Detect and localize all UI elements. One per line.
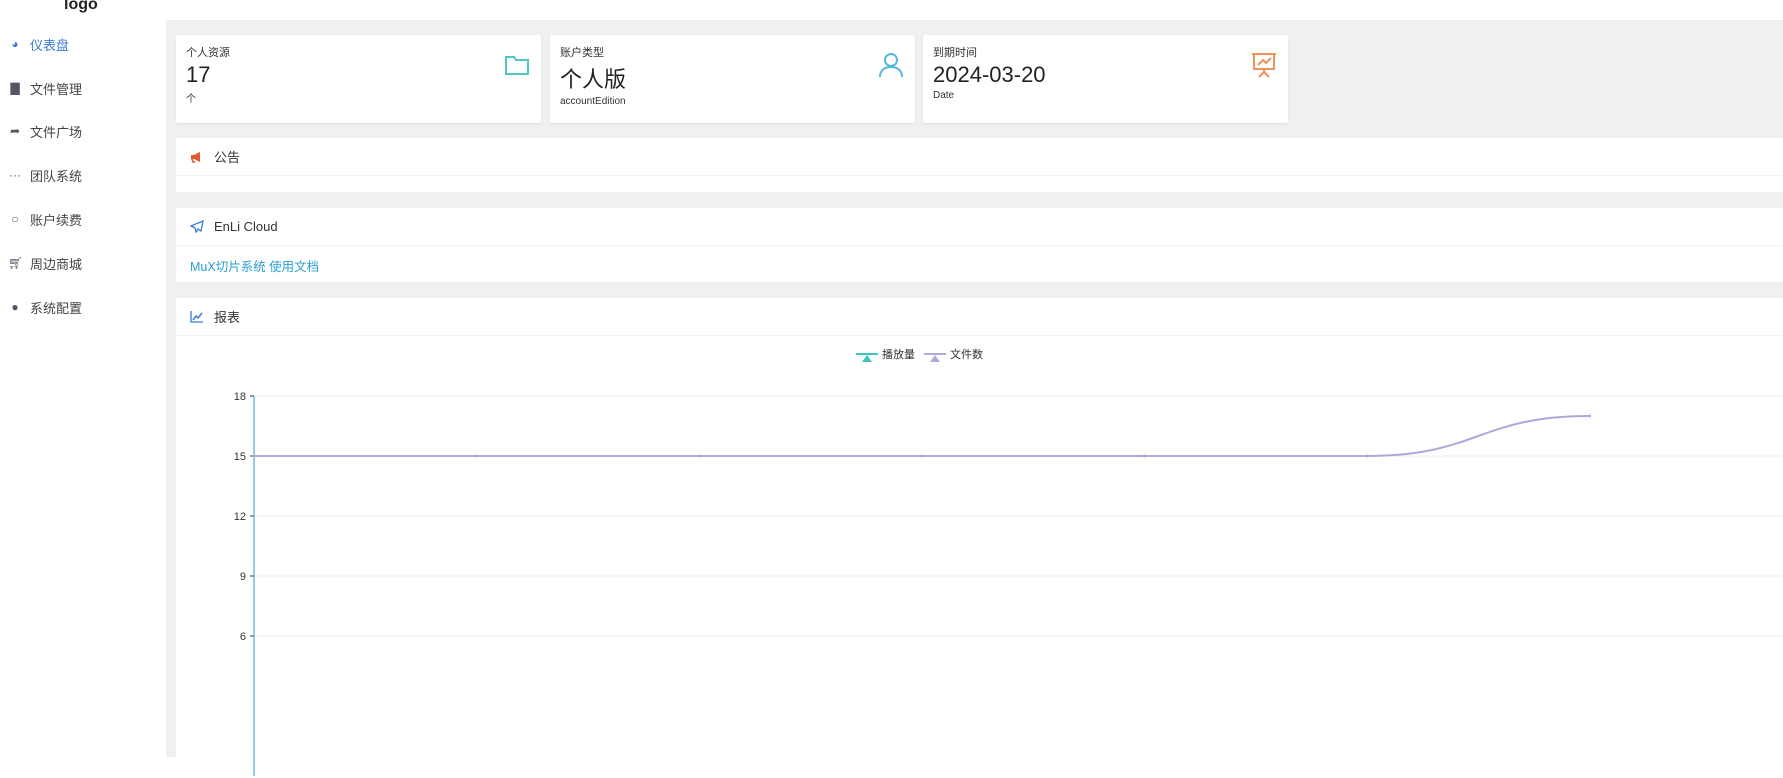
legend-marker bbox=[862, 355, 872, 362]
user-icon bbox=[879, 53, 903, 78]
legend-marker bbox=[930, 355, 940, 362]
user-icon: ● bbox=[11, 300, 19, 314]
cloud-panel: EnLi Cloud MuX切片系统 使用文档 bbox=[176, 208, 1783, 282]
sidebar-item-dashboard[interactable]: ◕ 仪表盘 bbox=[0, 29, 166, 59]
sidebar-item-team[interactable]: ··· 团队系统 bbox=[0, 160, 166, 190]
paper-plane-icon bbox=[190, 220, 204, 233]
sidebar-item-files[interactable]: ▇ 文件管理 bbox=[0, 73, 166, 103]
card-value: 2024-03-20 bbox=[933, 62, 1046, 87]
card-sub: 个 bbox=[186, 94, 196, 105]
report-chart: 播放量 文件数 6 9 12 15 18 bbox=[234, 347, 1783, 776]
resource-card: 个人资源 17 个 bbox=[176, 35, 541, 123]
y-tick-label: 18 bbox=[234, 391, 246, 403]
legend-item: 播放量 bbox=[856, 347, 915, 362]
account-type-card: 账户类型 个人版 accountEdition bbox=[550, 35, 915, 123]
sidebar-item-renew[interactable]: ○ 账户续费 bbox=[0, 204, 166, 234]
share-icon: ➦ bbox=[9, 124, 21, 138]
legend-label: 文件数 bbox=[950, 347, 983, 361]
panel-title: 公告 bbox=[214, 150, 241, 165]
file-icon: ▇ bbox=[10, 81, 20, 95]
report-panel: 报表 播放量 文件数 6 9 12 15 18 bbox=[176, 298, 1783, 778]
chart-legend: 播放量 文件数 bbox=[856, 347, 983, 362]
nav-label: 系统配置 bbox=[30, 300, 83, 316]
expiry-card: 到期时间 2024-03-20 Date bbox=[923, 35, 1288, 123]
cart-icon: 🛒︎ bbox=[8, 256, 24, 270]
nav-label: 文件管理 bbox=[30, 81, 83, 97]
data-point bbox=[1365, 454, 1369, 458]
main-content: 个人资源 17 个 账户类型 个人版 accountEdition 到期时间 2… bbox=[166, 20, 1783, 778]
card-label: 账户类型 bbox=[560, 47, 604, 59]
nav-label: 周边商城 bbox=[30, 256, 83, 272]
data-point bbox=[1588, 414, 1592, 418]
y-tick-label: 9 bbox=[240, 571, 246, 583]
y-tick-label: 6 bbox=[240, 631, 246, 643]
presentation-chart-icon bbox=[1252, 53, 1276, 78]
line-chart-icon bbox=[190, 310, 204, 323]
card-value: 17 bbox=[186, 62, 211, 87]
nav-label: 文件广场 bbox=[30, 124, 83, 140]
y-tick-label: 12 bbox=[234, 511, 246, 523]
data-point bbox=[475, 454, 479, 458]
data-point bbox=[252, 454, 256, 458]
logo: logo bbox=[64, 0, 98, 13]
panel-title: 报表 bbox=[214, 310, 241, 325]
card-sub: accountEdition bbox=[560, 96, 626, 107]
folder-icon bbox=[505, 56, 529, 75]
nav-label: 团队系统 bbox=[30, 168, 83, 184]
data-point bbox=[920, 454, 924, 458]
legend-item: 文件数 bbox=[924, 347, 983, 362]
data-point bbox=[697, 454, 701, 458]
sidebar: logo ◕ 仪表盘 ▇ 文件管理 ➦ 文件广场 ··· 团队系统 ○ 账户续费 🛒︎ 周边… bbox=[0, 0, 166, 757]
nav-label: 仪表盘 bbox=[30, 37, 70, 53]
notice-panel: 公告 bbox=[176, 138, 1783, 192]
sidebar-item-file-square[interactable]: ➦ 文件广场 bbox=[0, 116, 166, 146]
panel-title: EnLi Cloud bbox=[214, 219, 278, 234]
card-value: 个人版 bbox=[560, 67, 627, 92]
data-point bbox=[1142, 454, 1146, 458]
card-label: 到期时间 bbox=[933, 47, 977, 59]
mux-docs-link[interactable]: MuX切片系统 使用文档 bbox=[176, 246, 1783, 285]
legend-label: 播放量 bbox=[882, 347, 915, 361]
ellipsis-icon: ··· bbox=[9, 168, 21, 182]
dashboard-icon: ◕ bbox=[11, 37, 19, 51]
card-sub: Date bbox=[933, 90, 955, 101]
megaphone-icon bbox=[190, 151, 204, 163]
card-label: 个人资源 bbox=[186, 47, 230, 59]
sidebar-item-shop[interactable]: 🛒︎ 周边商城 bbox=[0, 248, 166, 278]
nav-label: 账户续费 bbox=[30, 212, 83, 228]
circle-icon: ○ bbox=[11, 212, 19, 226]
series-line bbox=[254, 415, 1590, 457]
sidebar-item-settings[interactable]: ● 系统配置 bbox=[0, 292, 166, 322]
y-tick-label: 15 bbox=[234, 451, 246, 463]
